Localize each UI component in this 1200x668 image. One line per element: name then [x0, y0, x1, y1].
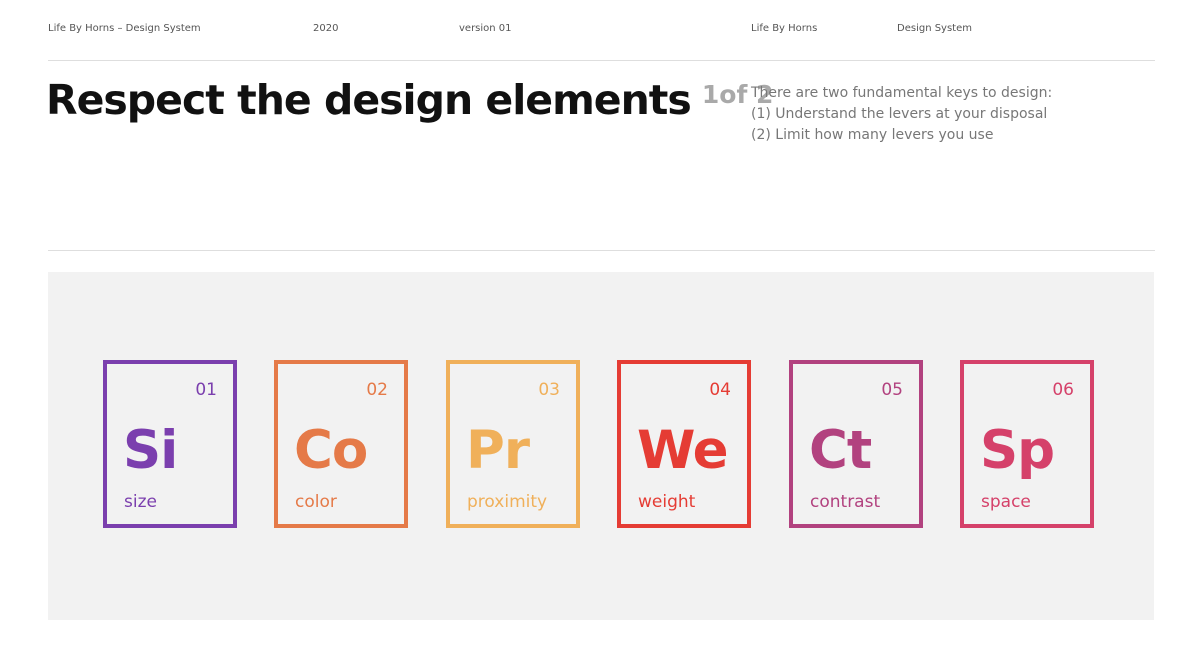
element-name: proximity — [467, 492, 548, 512]
element-name: size — [124, 492, 157, 512]
element-number: 06 — [1052, 380, 1074, 400]
intro-point-2: (2) Limit how many levers you use — [751, 127, 994, 143]
page-title-block: Respect the design elements 1of 2 — [46, 76, 773, 124]
header-year: 2020 — [313, 23, 339, 34]
element-number: 04 — [709, 380, 731, 400]
element-name: color — [295, 492, 337, 512]
element-number: 01 — [195, 380, 217, 400]
element-name: contrast — [810, 492, 881, 512]
element-symbol: Co — [294, 420, 368, 481]
element-number: 02 — [366, 380, 388, 400]
page-title: Respect the design elements — [46, 76, 692, 124]
element-number: 03 — [538, 380, 560, 400]
header-version: version 01 — [459, 23, 512, 34]
intro-point-1: (1) Understand the levers at your dispos… — [751, 106, 1048, 122]
header-section: Design System — [897, 23, 972, 34]
element-symbol: Si — [123, 420, 178, 481]
intro-text: There are two fundamental keys to design… — [751, 83, 1151, 146]
header-brand-system: Life By Horns – Design System — [48, 23, 201, 34]
elements-panel: 01 Si size 02 Co color 03 Pr proximity 0… — [48, 272, 1154, 620]
intro-lead: There are two fundamental keys to design… — [751, 85, 1053, 101]
element-tile-proximity: 03 Pr proximity — [446, 360, 580, 528]
section-divider — [48, 250, 1155, 251]
header-brand: Life By Horns — [751, 23, 818, 34]
element-tile-color: 02 Co color — [274, 360, 408, 528]
element-symbol: Sp — [980, 420, 1055, 481]
element-tile-space: 06 Sp space — [960, 360, 1094, 528]
element-tile-weight: 04 We weight — [617, 360, 751, 528]
element-symbol: Pr — [466, 420, 530, 481]
element-tile-size: 01 Si size — [103, 360, 237, 528]
element-symbol: We — [637, 420, 729, 481]
element-name: space — [981, 492, 1031, 512]
element-symbol: Ct — [809, 420, 872, 481]
element-name: weight — [638, 492, 696, 512]
top-divider — [48, 60, 1155, 61]
top-header: Life By Horns – Design System 2020 versi… — [48, 23, 1154, 37]
element-tile-contrast: 05 Ct contrast — [789, 360, 923, 528]
element-number: 05 — [881, 380, 903, 400]
